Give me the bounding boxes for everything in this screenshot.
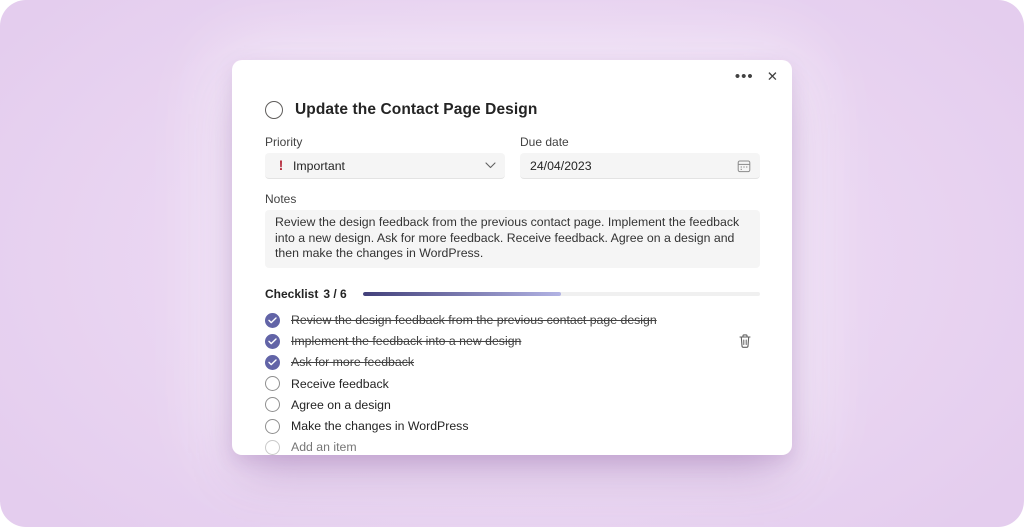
trash-icon: [738, 333, 752, 349]
checklist-item-label: Implement the feedback into a new design: [291, 334, 521, 348]
due-date-field-group: Due date 24/04/2023: [520, 135, 760, 179]
close-icon[interactable]: ✕: [767, 69, 778, 85]
priority-label: Priority: [265, 135, 505, 149]
checklist-items: Review the design feedback from the prev…: [265, 310, 760, 458]
add-item-circle-icon[interactable]: [265, 440, 280, 455]
checklist-item-label: Review the design feedback from the prev…: [291, 313, 657, 327]
checklist-item[interactable]: Agree on a design: [265, 394, 760, 415]
checkbox-checked-icon[interactable]: [265, 313, 280, 328]
notes-textarea[interactable]: Review the design feedback from the prev…: [265, 210, 760, 268]
chevron-down-icon: [485, 162, 496, 169]
priority-dropdown[interactable]: ! Important: [265, 153, 505, 179]
checklist-item[interactable]: Receive feedback: [265, 373, 760, 394]
checkbox-unchecked-icon[interactable]: [265, 397, 280, 412]
important-exclamation-icon: !: [274, 158, 288, 173]
checkbox-checked-icon[interactable]: [265, 334, 280, 349]
priority-field-group: Priority ! Important: [265, 135, 505, 179]
checklist-item[interactable]: Make the changes in WordPress: [265, 415, 760, 436]
due-date-value: 24/04/2023: [530, 159, 737, 173]
notes-label: Notes: [265, 192, 760, 206]
checkbox-checked-icon[interactable]: [265, 355, 280, 370]
checklist-item-label: Ask for more feedback: [291, 355, 414, 369]
checklist-item[interactable]: Review the design feedback from the prev…: [265, 310, 760, 331]
add-item-label: Add an item: [291, 440, 357, 454]
add-checklist-item[interactable]: Add an item: [265, 437, 760, 458]
delete-item-button[interactable]: [736, 332, 754, 350]
due-date-input[interactable]: 24/04/2023: [520, 153, 760, 179]
checkbox-unchecked-icon[interactable]: [265, 376, 280, 391]
task-complete-circle-icon[interactable]: [265, 101, 283, 119]
checklist-progress-fill: [363, 292, 562, 296]
task-title: Update the Contact Page Design: [295, 101, 537, 119]
priority-value: Important: [293, 159, 485, 173]
task-detail-dialog: ••• ✕ Update the Contact Page Design Pri…: [232, 60, 792, 455]
checklist-item[interactable]: Ask for more feedback: [265, 352, 760, 373]
more-options-icon[interactable]: •••: [735, 69, 754, 85]
calendar-icon[interactable]: [737, 159, 751, 173]
checklist-header: Checklist 3 / 6: [265, 287, 760, 301]
fields-row: Priority ! Important Due date 24/04/2023: [265, 135, 760, 179]
checklist-label: Checklist: [265, 287, 318, 301]
task-title-row: Update the Contact Page Design: [265, 100, 760, 120]
page-background: ••• ✕ Update the Contact Page Design Pri…: [0, 0, 1024, 527]
checklist-item-label: Make the changes in WordPress: [291, 419, 468, 433]
checklist-progress-bar: [363, 292, 760, 296]
checklist-progress-count: 3 / 6: [323, 287, 346, 301]
checklist-item-label: Agree on a design: [291, 398, 391, 412]
checklist-item-label: Receive feedback: [291, 377, 389, 391]
due-date-label: Due date: [520, 135, 760, 149]
dialog-controls: ••• ✕: [735, 69, 778, 85]
checkbox-unchecked-icon[interactable]: [265, 419, 280, 434]
checklist-item[interactable]: Implement the feedback into a new design: [265, 331, 760, 352]
